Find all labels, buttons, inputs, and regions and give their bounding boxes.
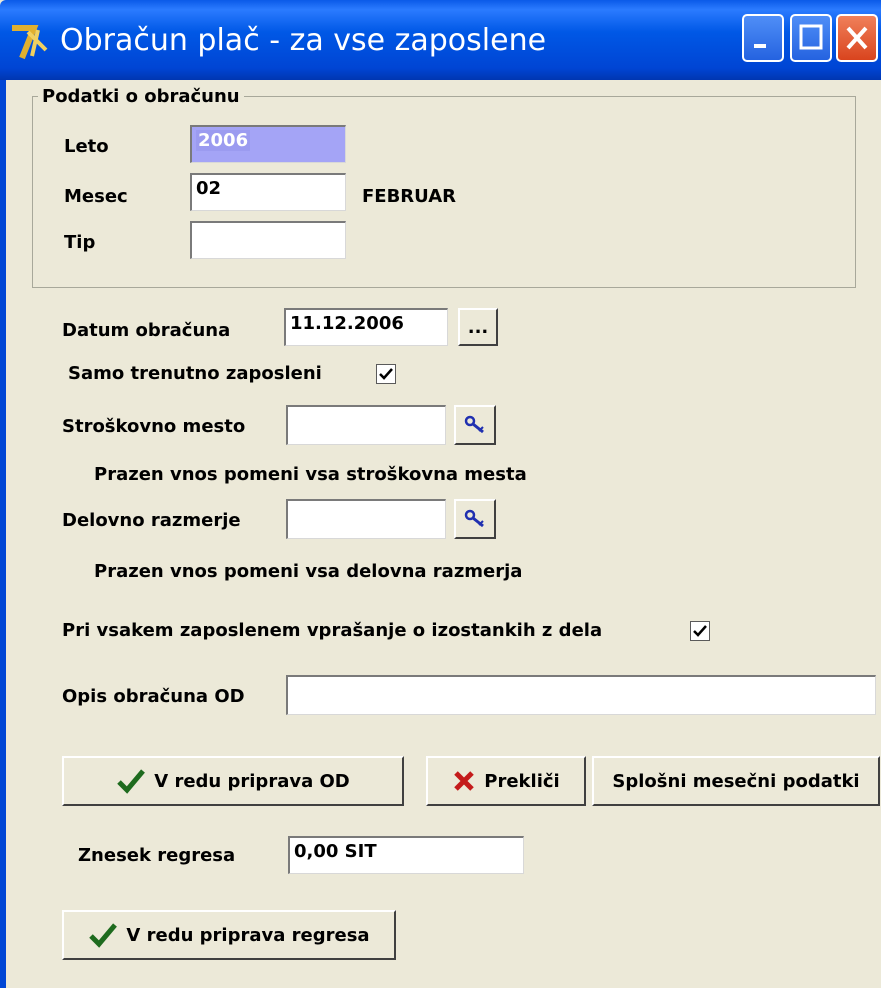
close-button[interactable] bbox=[836, 14, 878, 62]
cost-center-input[interactable] bbox=[286, 405, 446, 445]
employment-input[interactable] bbox=[286, 499, 446, 539]
employment-hint: Prazen vnos pomeni vsa delovna razmerja bbox=[94, 561, 523, 582]
title-bar[interactable]: Obračun plač - za vse zaposlene bbox=[0, 0, 881, 80]
window-title: Obračun plač - za vse zaposlene bbox=[60, 23, 547, 58]
description-input[interactable] bbox=[286, 675, 876, 715]
app-icon bbox=[12, 25, 48, 60]
month-input[interactable]: 02 bbox=[190, 173, 346, 211]
cost-center-label: Stroškovno mesto bbox=[62, 416, 246, 437]
type-label: Tip bbox=[64, 232, 96, 253]
date-picker-button[interactable]: ... bbox=[458, 308, 498, 346]
checkmark-icon bbox=[89, 923, 118, 948]
employment-label: Delovno razmerje bbox=[62, 510, 241, 531]
cancel-button[interactable]: Prekliči bbox=[426, 756, 586, 806]
monthly-data-label: Splošni mesečni podatki bbox=[612, 770, 860, 792]
checkmark-icon bbox=[693, 625, 707, 637]
employment-lookup-button[interactable] bbox=[454, 499, 496, 539]
current-employees-label: Samo trenutno zaposleni bbox=[68, 363, 322, 384]
absence-question-label: Pri vsakem zaposlenem vprašanje o izosta… bbox=[62, 620, 603, 641]
ok-od-button[interactable]: V redu priprava OD bbox=[62, 756, 404, 806]
window-frame bbox=[0, 80, 6, 988]
absence-question-checkbox[interactable] bbox=[690, 621, 710, 641]
regres-input[interactable]: 0,00 SIT bbox=[288, 836, 524, 874]
current-employees-checkbox[interactable] bbox=[376, 364, 396, 384]
close-icon bbox=[846, 26, 868, 50]
lookup-icon bbox=[464, 509, 484, 528]
lookup-icon bbox=[464, 415, 484, 434]
ok-od-label: V redu priprava OD bbox=[154, 770, 350, 792]
checkmark-icon bbox=[117, 769, 146, 794]
cost-center-hint: Prazen vnos pomeni vsa stroškovna mesta bbox=[94, 464, 527, 485]
regres-label: Znesek regresa bbox=[78, 845, 236, 866]
dialog-window: Obračun plač - za vse zaposlene Podatki … bbox=[0, 0, 881, 988]
type-input[interactable] bbox=[190, 221, 346, 259]
month-name: FEBRUAR bbox=[362, 186, 457, 207]
year-input[interactable]: 2006 bbox=[190, 125, 346, 163]
year-label: Leto bbox=[64, 136, 109, 157]
checkmark-icon bbox=[379, 368, 393, 380]
year-value: 2006 bbox=[196, 130, 251, 151]
cost-center-lookup-button[interactable] bbox=[454, 405, 496, 445]
minimize-button[interactable] bbox=[742, 14, 784, 62]
cancel-label: Prekliči bbox=[484, 770, 560, 792]
maximize-button[interactable] bbox=[790, 14, 832, 62]
ok-regres-button[interactable]: V redu priprava regresa bbox=[62, 910, 396, 960]
month-label: Mesec bbox=[64, 186, 128, 207]
x-icon bbox=[454, 771, 475, 791]
date-input[interactable]: 11.12.2006 bbox=[284, 308, 448, 346]
maximize-icon bbox=[799, 24, 823, 50]
minimize-icon bbox=[754, 44, 766, 48]
monthly-data-button[interactable]: Splošni mesečni podatki bbox=[592, 756, 880, 806]
group-title: Podatki o obračunu bbox=[38, 86, 244, 108]
ok-regres-label: V redu priprava regresa bbox=[126, 924, 370, 946]
description-label: Opis obračuna OD bbox=[62, 686, 245, 707]
date-label: Datum obračuna bbox=[62, 320, 231, 341]
